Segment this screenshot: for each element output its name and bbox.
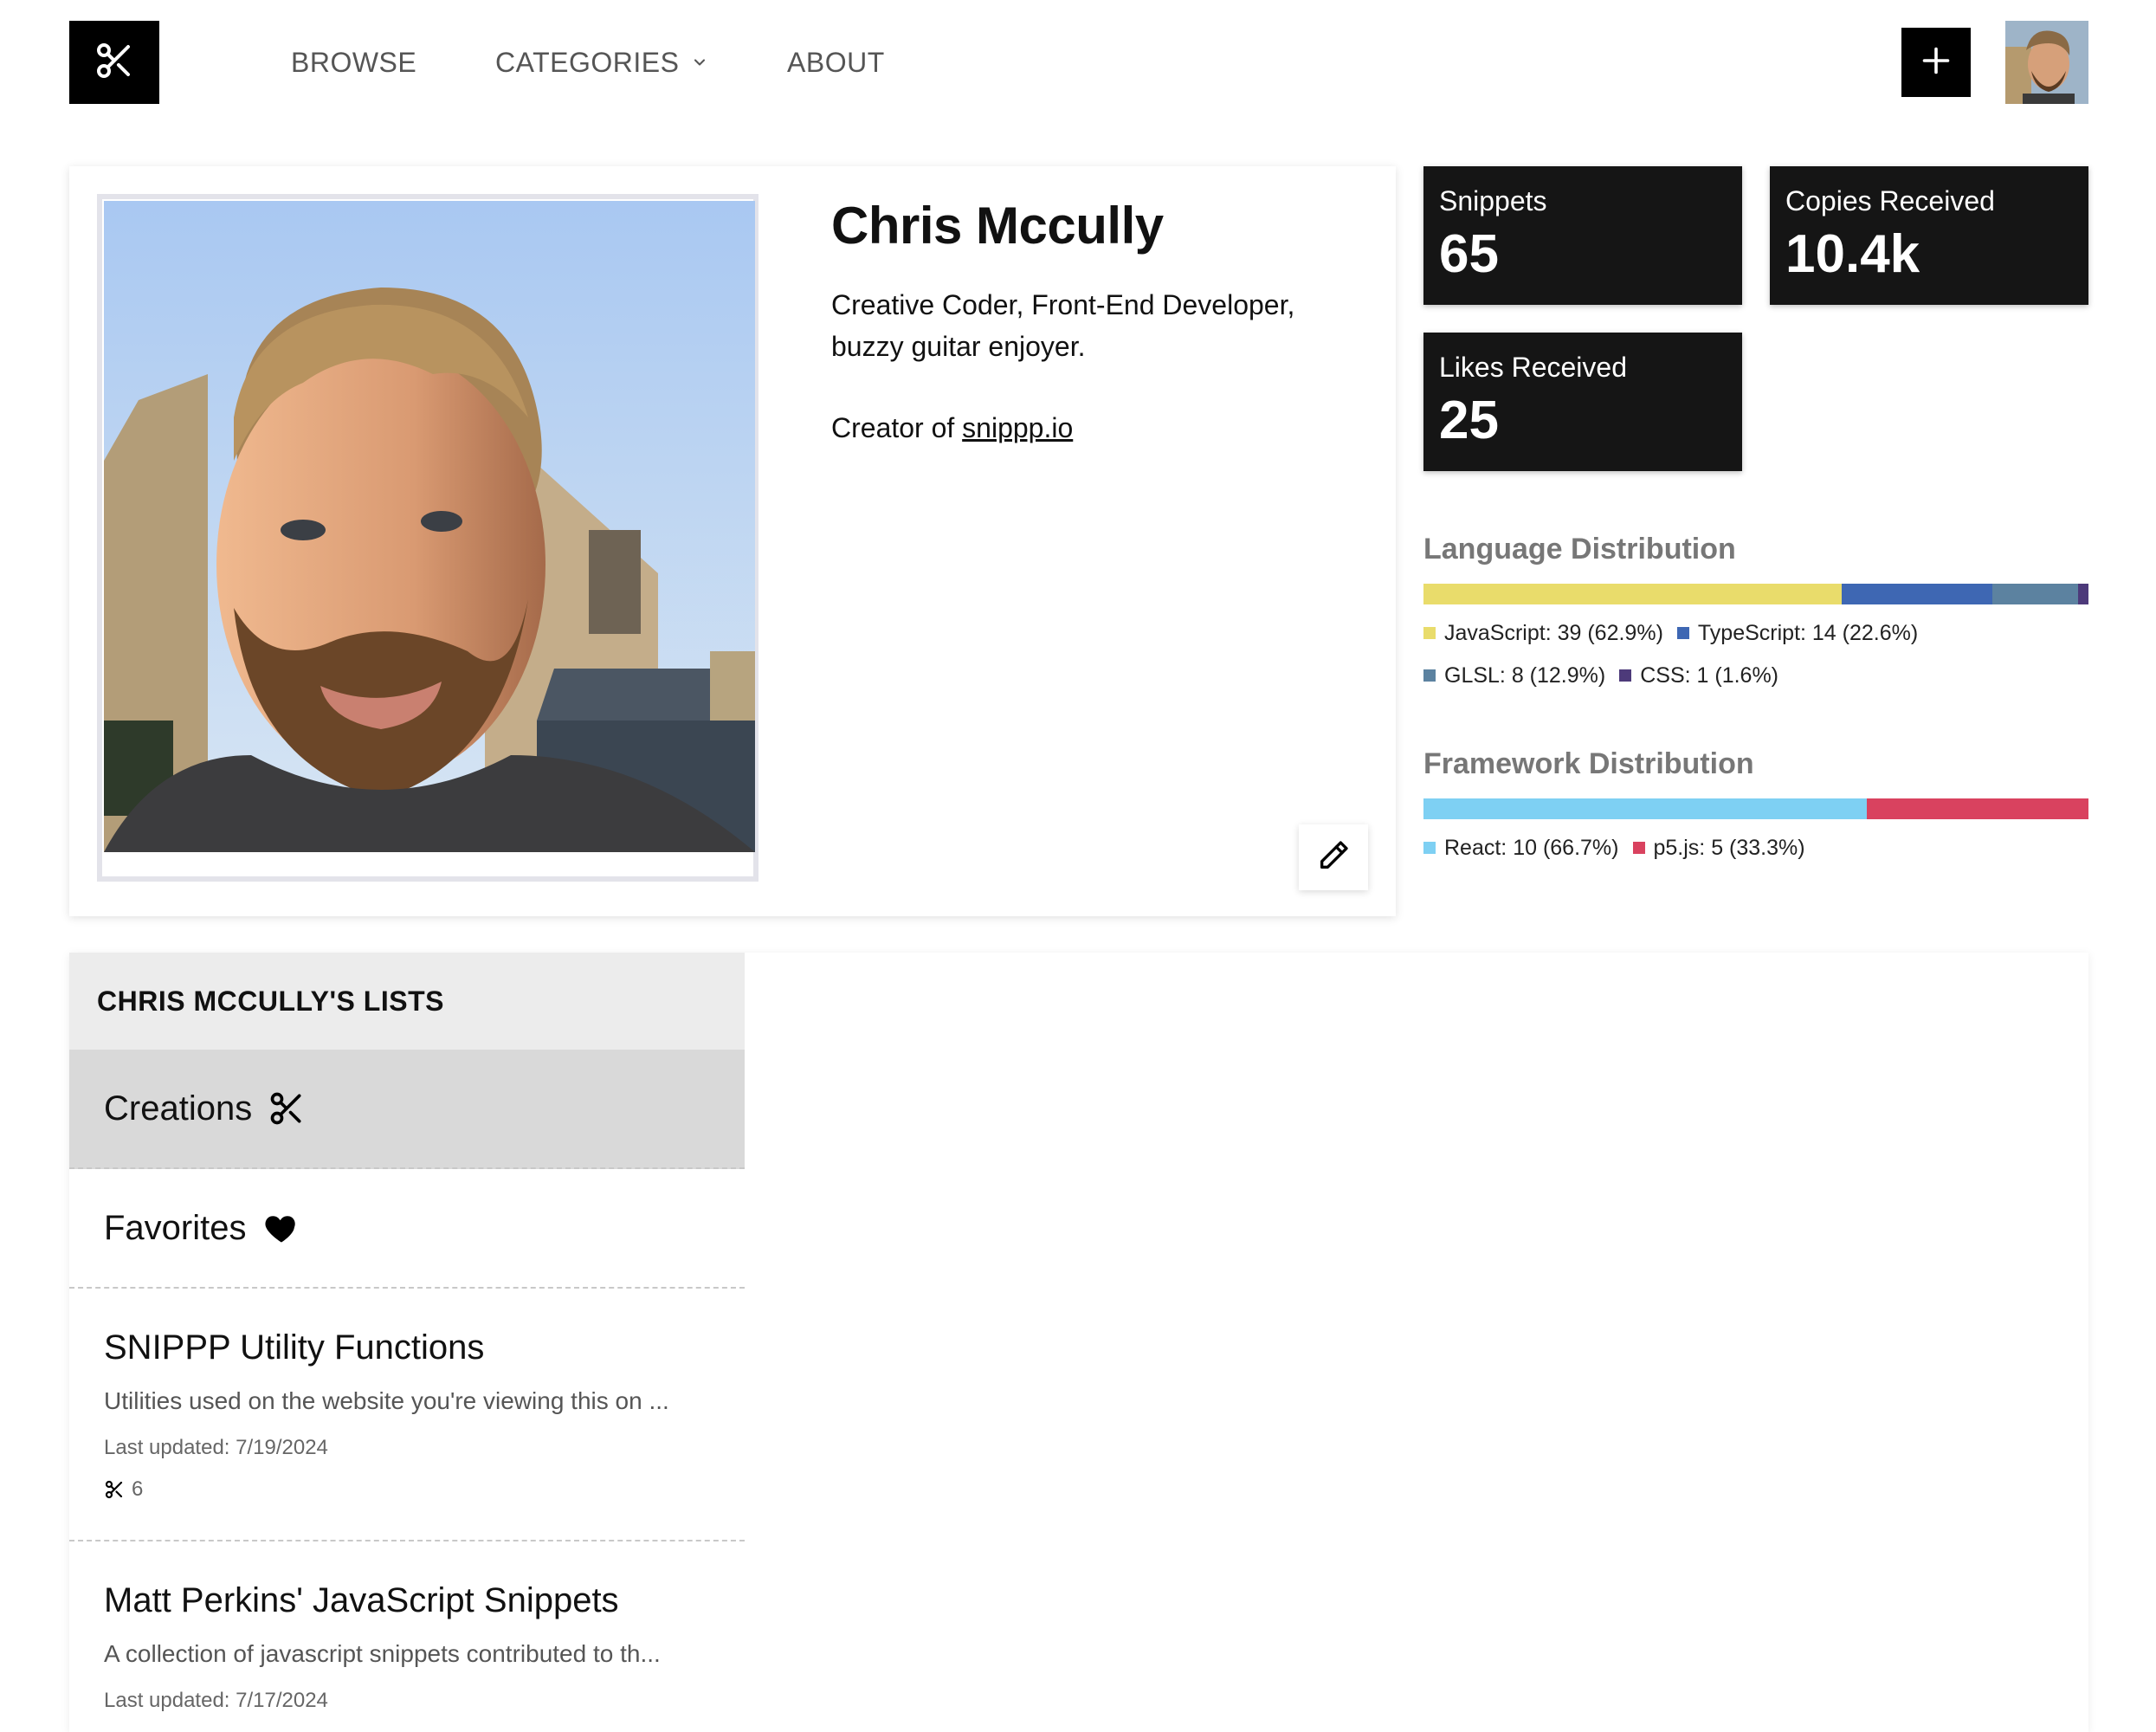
lists-header-title: CHRIS MCCULLY'S LISTS	[97, 986, 444, 1017]
lists-header: CHRIS MCCULLY'S LISTS	[69, 953, 745, 1050]
stat-copies-label: Copies Received	[1785, 185, 1995, 216]
profile-card: Chris Mccully Creative Coder, Front-End …	[69, 166, 1396, 916]
framework-legend-label: React: 10 (66.7%)	[1444, 836, 1619, 860]
stat-likes-value: 25	[1439, 391, 1499, 450]
user-avatar[interactable]	[2005, 21, 2088, 104]
list-description: Utilities used on the website you're vie…	[104, 1387, 669, 1414]
profile-photo	[104, 201, 755, 852]
language-legend-item: CSS: 1 (1.6%)	[1619, 655, 1778, 696]
creations-title: Creations	[104, 1086, 306, 1131]
framework-legend-swatch	[1423, 842, 1436, 854]
list-item-favorites[interactable]: Favorites	[69, 1169, 745, 1289]
language-legend-label: JavaScript: 39 (62.9%)	[1444, 621, 1663, 645]
language-distribution-bar	[1423, 584, 2088, 604]
language-legend-label: TypeScript: 14 (22.6%)	[1697, 621, 1919, 645]
creations-label: Creations	[104, 1089, 253, 1128]
framework-bar-segment	[1423, 798, 1868, 819]
language-legend-swatch	[1676, 627, 1689, 639]
nav-categories-label: CATEGORIES	[495, 47, 680, 78]
stat-snippets-label: Snippets	[1439, 185, 1547, 216]
list-item[interactable]: SNIPPP Utility Functions Utilities used …	[69, 1289, 745, 1541]
chevron-down-icon	[691, 54, 708, 71]
language-bar-segment	[1423, 584, 1843, 604]
creator-line: Creator of snippp.io	[831, 407, 1073, 449]
language-legend-item: JavaScript: 39 (62.9%)	[1423, 612, 1663, 654]
snippet-count: 6	[104, 1476, 143, 1503]
favorites-title: Favorites	[104, 1205, 300, 1251]
creator-link[interactable]: snippp.io	[962, 412, 1073, 443]
profile-photo-frame	[97, 194, 758, 882]
stat-likes: Likes Received 25	[1423, 333, 1742, 471]
stat-likes-label: Likes Received	[1439, 352, 1627, 383]
lists-panel: CHRIS MCCULLY'S LISTS Creations Favorite…	[69, 953, 2088, 1732]
framework-legend-swatch	[1632, 842, 1645, 854]
logo[interactable]	[69, 21, 159, 104]
framework-distribution-title: Framework Distribution	[1423, 747, 1754, 780]
framework-bar-segment	[1867, 798, 2088, 819]
favorites-label: Favorites	[104, 1209, 247, 1247]
pencil-icon	[1316, 838, 1351, 877]
language-legend-label: CSS: 1 (1.6%)	[1640, 663, 1778, 688]
nav-categories[interactable]: CATEGORIES	[495, 45, 708, 80]
language-legend-swatch	[1423, 669, 1436, 682]
snippet-count-value: 6	[132, 1477, 144, 1501]
scissors-icon	[104, 1479, 132, 1500]
nav-browse[interactable]: BROWSE	[291, 45, 416, 80]
list-title: Matt Perkins' JavaScript Snippets	[104, 1581, 619, 1619]
stat-snippets: Snippets 65	[1423, 166, 1742, 305]
language-legend-label: GLSL: 8 (12.9%)	[1444, 663, 1606, 688]
language-legend-item: GLSL: 8 (12.9%)	[1423, 655, 1605, 696]
language-distribution-legend: JavaScript: 39 (62.9%) TypeScript: 14 (22…	[1423, 611, 2099, 696]
nav-about[interactable]: ABOUT	[787, 45, 885, 80]
list-item[interactable]: Matt Perkins' JavaScript Snippets A coll…	[69, 1541, 745, 1732]
plus-icon	[1920, 45, 1952, 81]
language-bar-segment	[1842, 584, 1992, 604]
list-title: SNIPPP Utility Functions	[104, 1328, 485, 1367]
list-updated: Last updated: 7/19/2024	[104, 1436, 328, 1459]
list-updated: Last updated: 7/17/2024	[104, 1689, 328, 1712]
framework-distribution-legend: React: 10 (66.7%) p5.js: 5 (33.3%)	[1423, 826, 2099, 869]
stat-snippets-value: 65	[1439, 224, 1499, 284]
creator-prefix: Creator of	[831, 412, 955, 443]
language-bar-segment	[1991, 584, 2078, 604]
framework-legend-item: p5.js: 5 (33.3%)	[1632, 827, 1805, 869]
list-item-creations[interactable]: Creations	[69, 1050, 745, 1169]
profile-name: Chris Mccully	[831, 197, 1164, 255]
scissors-icon	[268, 1089, 306, 1128]
edit-profile-button[interactable]	[1299, 824, 1368, 890]
add-snippet-button[interactable]	[1901, 28, 1971, 97]
language-distribution-title: Language Distribution	[1423, 533, 1736, 565]
stat-copies: Copies Received 10.4k	[1770, 166, 2088, 305]
stat-copies-value: 10.4k	[1785, 224, 1920, 284]
framework-legend-item: React: 10 (66.7%)	[1423, 827, 1619, 869]
language-legend-swatch	[1619, 669, 1632, 682]
framework-legend-label: p5.js: 5 (33.3%)	[1653, 836, 1805, 860]
framework-distribution-bar	[1423, 798, 2088, 819]
language-legend-swatch	[1423, 627, 1436, 639]
profile-bio: Creative Coder, Front-End Developer, buz…	[831, 289, 1295, 362]
language-bar-segment	[2077, 584, 2088, 604]
language-legend-item: TypeScript: 14 (22.6%)	[1676, 612, 1919, 654]
heart-icon	[262, 1209, 300, 1247]
list-description: A collection of javascript snippets cont…	[104, 1640, 661, 1667]
scissors-icon	[94, 40, 135, 86]
